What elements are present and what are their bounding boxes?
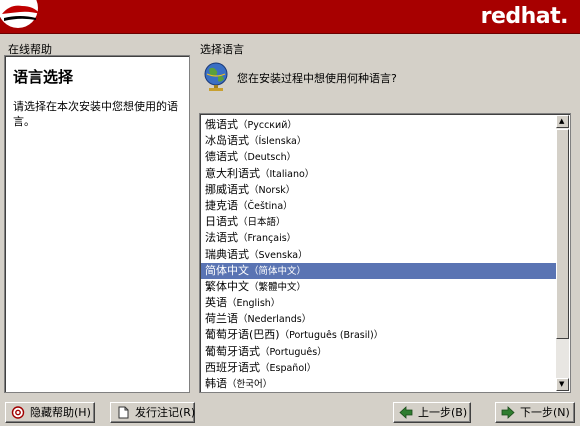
language-option-name: 简体中文 [205, 263, 249, 277]
language-option-native-name: （Español） [260, 362, 317, 374]
language-section-title: 选择语言 [200, 43, 244, 56]
redhat-shadowman-icon [0, 0, 40, 28]
help-panel: 语言选择 请选择在本次安装中您想使用的语言。 [4, 55, 190, 393]
hide-help-button[interactable]: 隐藏帮助(H) [5, 402, 95, 423]
language-option[interactable]: 荷兰语（Nederlands） [201, 311, 556, 327]
language-option[interactable]: 英语（English） [201, 295, 556, 311]
next-button[interactable]: 下一步(N) [495, 402, 575, 423]
language-option-name: 俄语式 [205, 118, 238, 131]
language-option-native-name: （Português） [260, 346, 327, 358]
language-option-native-name: （Nederlands） [238, 314, 312, 326]
language-option-name: 冰岛语式 [205, 134, 249, 148]
language-option-native-name: （Português (Brasil)） [279, 330, 384, 342]
language-option-name: 西班牙语式 [205, 360, 260, 374]
language-option-name: 葡萄牙语式 [205, 344, 260, 358]
language-option-native-name: （Svenska） [249, 249, 308, 261]
language-option-native-name: （한국어） [227, 379, 273, 390]
language-option-name: 法语式 [205, 231, 238, 245]
language-option-native-name: （Italiano） [260, 168, 315, 180]
arrow-down-icon: ▼ [559, 380, 565, 388]
language-option[interactable]: 德语式（Deutsch） [201, 149, 556, 165]
language-option-name: 捷克语 [205, 198, 238, 212]
document-icon [118, 406, 129, 419]
help-text: 请选择在本次安装中您想使用的语言。 [13, 100, 178, 128]
language-option[interactable]: 简体中文（简体中文） [201, 262, 556, 279]
language-option[interactable]: 挪威语式（Norsk） [201, 182, 556, 198]
language-option[interactable]: 日语式（日本語） [201, 214, 556, 230]
back-label: 上一步(B) [418, 406, 468, 419]
language-option-name: 繁体中文 [205, 279, 249, 293]
language-option-native-name: （Čeština） [238, 200, 293, 212]
language-option-native-name: （Français） [238, 233, 297, 245]
language-option[interactable]: 韩语（한국어） [201, 376, 556, 392]
help-heading: 语言选择 [13, 68, 74, 86]
scroll-thumb[interactable] [556, 129, 569, 339]
arrow-up-icon: ▲ [559, 117, 565, 125]
language-option-name: 韩语 [205, 377, 227, 390]
language-option-native-name: （Norsk） [249, 184, 296, 196]
scroll-up-button[interactable]: ▲ [556, 115, 569, 128]
arrow-right-icon [501, 406, 515, 419]
next-label: 下一步(N) [520, 406, 570, 419]
language-items: 俄语式（Русский） 冰岛语式（Íslenska） 德语式（Deutsch） 意大… [201, 117, 556, 392]
language-option-native-name: （English） [227, 298, 281, 310]
language-option[interactable]: 冰岛语式（Íslenska） [201, 133, 556, 149]
language-option[interactable]: 葡萄牙语(巴西)（Português (Brasil)） [201, 327, 556, 343]
back-button[interactable]: 上一步(B) [393, 402, 471, 423]
language-option-name: 葡萄牙语(巴西) [205, 328, 280, 342]
language-list[interactable]: 俄语式（Русский） 冰岛语式（Íslenska） 德语式（Deutsch） 意大… [199, 113, 571, 393]
hide-help-label: 隐藏帮助(H) [30, 406, 91, 419]
language-option-native-name: （简体中文） [249, 265, 307, 277]
question-row: 您在安装过程中想使用何种语言? [203, 60, 573, 96]
language-option-native-name: （繁體中文） [249, 281, 307, 293]
language-option[interactable]: 葡萄牙语式（Português） [201, 344, 556, 360]
globe-icon [204, 62, 228, 91]
language-option-native-name: （Íslenska） [249, 136, 307, 148]
language-option[interactable]: 繁体中文（繁體中文） [201, 279, 556, 295]
help-icon [11, 406, 25, 419]
release-notes-button[interactable]: 发行注记(R) [110, 402, 195, 423]
language-option-native-name: （日本語） [238, 217, 286, 229]
language-option[interactable]: 意大利语式（Italiano） [201, 166, 556, 182]
question-text: 您在安装过程中想使用何种语言? [237, 72, 397, 85]
language-list-scrollbar[interactable]: ▲ ▼ [556, 115, 569, 391]
language-option-name: 英语 [205, 296, 227, 310]
language-option-native-name: （Deutsch） [238, 152, 297, 164]
language-option-name: 德语式 [205, 150, 238, 164]
language-option[interactable]: 法语式（Français） [201, 230, 556, 246]
language-option[interactable]: 瑞典语式（Svenska） [201, 247, 556, 263]
redhat-banner: redhat. [0, 0, 580, 34]
language-option[interactable]: 西班牙语式（Español） [201, 360, 556, 376]
language-option[interactable]: 捷克语（Čeština） [201, 198, 556, 214]
language-option-name: 瑞典语式 [205, 247, 249, 261]
language-option-name: 荷兰语 [205, 312, 238, 326]
language-option-name: 挪威语式 [205, 182, 249, 196]
arrow-left-icon [399, 406, 413, 419]
language-option[interactable]: 俄语式（Русский） [201, 117, 556, 133]
language-option-name: 意大利语式 [205, 166, 260, 180]
redhat-wordmark: redhat. [480, 4, 569, 29]
language-option-name: 日语式 [205, 215, 238, 229]
scroll-down-button[interactable]: ▼ [556, 378, 569, 391]
release-notes-label: 发行注记(R) [135, 406, 196, 419]
language-option-native-name: （Русский） [238, 120, 297, 131]
